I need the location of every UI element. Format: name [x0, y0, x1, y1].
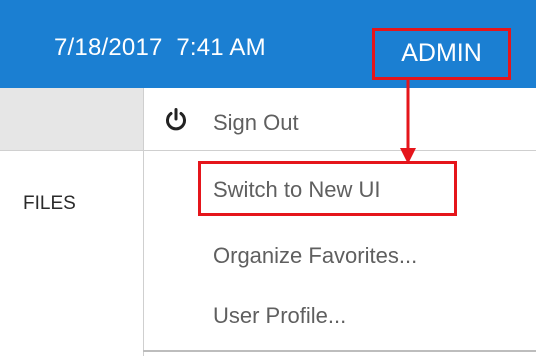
annotation-arrow	[400, 78, 416, 164]
sign-out-label: Sign Out	[213, 110, 299, 135]
date-text: 7/18/2017	[54, 34, 163, 61]
files-nav-label[interactable]: FILES	[23, 193, 76, 215]
menu-divider	[144, 150, 536, 151]
left-panel-header	[0, 88, 143, 151]
menu-bottom-border	[143, 350, 536, 352]
organize-favorites-item[interactable]: Organize Favorites...	[213, 243, 417, 269]
date-time-display: 7/18/2017 7:41 AM	[54, 34, 266, 62]
power-icon	[166, 108, 186, 131]
time-text: 7:41 AM	[176, 34, 266, 61]
top-bar: 7/18/2017 7:41 AM ADMIN	[0, 0, 536, 88]
user-menu-button[interactable]: ADMIN	[372, 28, 511, 80]
user-profile-item[interactable]: User Profile...	[213, 303, 346, 329]
highlight-annotation-box	[198, 161, 457, 216]
user-dropdown-menu: Sign Out Switch to New UI Organize Favor…	[143, 88, 536, 356]
